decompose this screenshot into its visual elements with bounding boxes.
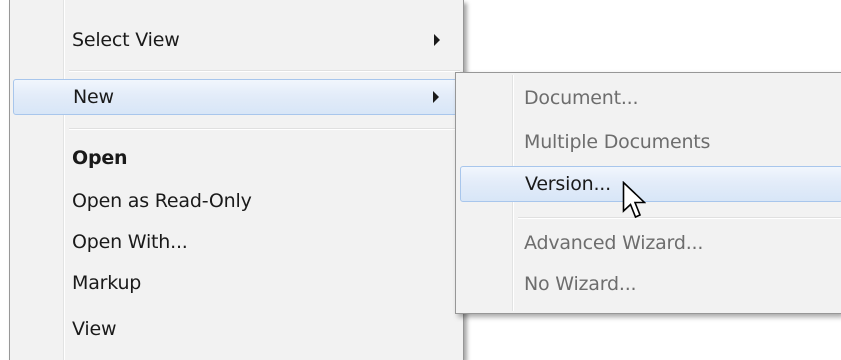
submenu-item-advanced-wizard[interactable]: Advanced Wizard... xyxy=(460,225,841,261)
menu-item-open-read-only[interactable]: Open as Read-Only xyxy=(13,183,460,219)
menu-item-view[interactable]: View xyxy=(13,311,460,347)
menu-item-open-with[interactable]: Open With... xyxy=(13,224,460,260)
menu-item-open[interactable]: Open xyxy=(13,140,460,176)
menu-item-label: Open as Read-Only xyxy=(72,190,252,212)
new-submenu: Document... Multiple Documents Version..… xyxy=(455,72,841,314)
submenu-separator xyxy=(518,217,841,219)
submenu-item-multiple-documents[interactable]: Multiple Documents xyxy=(460,124,841,160)
submenu-item-document[interactable]: Document... xyxy=(460,80,841,116)
chevron-right-icon xyxy=(433,91,439,103)
submenu-item-label: Version... xyxy=(525,173,611,195)
menu-item-label: Open With... xyxy=(72,231,188,253)
menu-separator xyxy=(69,70,460,72)
menu-item-label: New xyxy=(73,86,114,108)
menu-item-label: Select View xyxy=(72,29,180,51)
menu-item-label: Markup xyxy=(72,272,142,294)
menu-item-new[interactable]: New xyxy=(13,79,460,115)
menu-item-label: Open xyxy=(72,147,128,169)
context-menu: Select View New Open Open as Read-Only O… xyxy=(9,0,464,360)
menu-separator xyxy=(69,128,460,130)
submenu-item-label: Document... xyxy=(524,87,639,109)
submenu-item-version[interactable]: Version... xyxy=(460,166,841,202)
menu-item-select-view[interactable]: Select View xyxy=(13,22,460,58)
submenu-item-no-wizard[interactable]: No Wizard... xyxy=(460,266,841,302)
menu-item-markup[interactable]: Markup xyxy=(13,265,460,301)
submenu-item-label: Advanced Wizard... xyxy=(524,232,704,254)
submenu-item-label: Multiple Documents xyxy=(524,131,711,153)
menu-item-label: View xyxy=(72,318,117,340)
chevron-right-icon xyxy=(434,34,440,46)
submenu-item-label: No Wizard... xyxy=(524,273,637,295)
